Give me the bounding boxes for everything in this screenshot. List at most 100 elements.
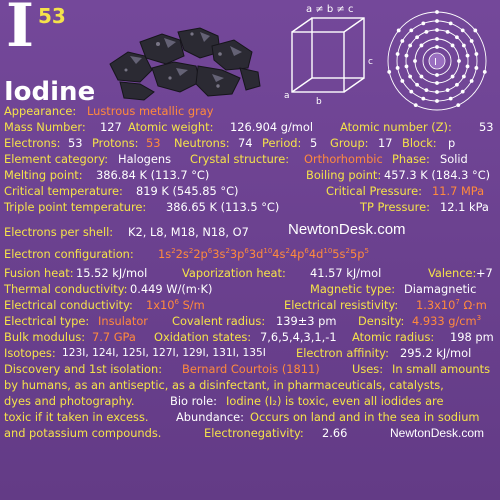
electron-dot xyxy=(396,28,401,33)
elec-res-label: Electrical resistivity: xyxy=(284,298,399,312)
thermal-value: 0.449 W/(m·K) xyxy=(130,282,213,296)
elec-cond-value: 1x106 S/m xyxy=(146,298,205,312)
group-label: Group: xyxy=(330,136,369,150)
affinity-label: Electron affinity: xyxy=(296,346,389,360)
row-electrical: Electrical conductivity: 1x106 S/m Elect… xyxy=(0,297,500,313)
neutrons-label: Neutrons: xyxy=(174,136,230,150)
row-mass: Mass Number: 127 Atomic weight: 126.904 … xyxy=(0,119,500,135)
bio-value-2: toxic if it taken in excess. xyxy=(4,410,149,424)
bio-label: Bio role: xyxy=(170,394,217,408)
phase-label: Phase: xyxy=(392,152,430,166)
density-label: Density: xyxy=(358,314,405,328)
row-bulk: Bulk modulus: 7.7 GPa Oxidation states: … xyxy=(0,329,500,345)
electron-dot xyxy=(421,21,426,26)
crit-temp-value: 819 K (545.85 °C) xyxy=(136,184,239,198)
crystal-label: Crystal structure: xyxy=(190,152,290,166)
vapor-label: Vaporization heat: xyxy=(182,266,286,280)
crystal-structure-diagram: a ≠ b ≠ c a b c xyxy=(284,4,373,106)
atomic-radius-value: 198 pm xyxy=(450,330,494,344)
electron-dot xyxy=(415,35,419,40)
config-label: Electron configuration: xyxy=(4,247,134,261)
oxidation-value: 7,6,5,4,3,1,-1 xyxy=(260,330,337,344)
electron-dot xyxy=(400,79,405,83)
electron-dot xyxy=(408,43,413,48)
row-uses-2: by humans, as an antiseptic, as a disinf… xyxy=(0,377,500,393)
mass-number-value: 127 xyxy=(100,120,122,134)
atomic-number-label: Atomic number (Z): xyxy=(340,120,452,134)
row-abundance-2: and potassium compounds. Electronegativi… xyxy=(0,425,500,441)
element-card: I 53 Iodine a ≠ b ≠ c a b c I Appearance… xyxy=(0,0,500,500)
crystal-value: Orthorhombic xyxy=(304,152,383,166)
elec-res-value: 1.3x107 Ω·m xyxy=(416,298,487,312)
abundance-value-2: and potassium compounds. xyxy=(4,426,162,440)
vapor-value: 41.57 kJ/mol xyxy=(310,266,382,280)
protons-value: 53 xyxy=(146,136,161,150)
shell-label: Electrons per shell: xyxy=(4,225,114,239)
config-value: 1s22s22p63s23p63d104s24p64d105s25p5 xyxy=(158,247,369,261)
uses-value-1: In small amounts xyxy=(392,362,491,376)
electron-dot xyxy=(395,52,400,56)
row-thermal: Thermal conductivity: 0.449 W/(m·K) Magn… xyxy=(0,281,500,297)
valence-value: +7 xyxy=(476,266,493,280)
atomic-weight-value: 126.904 g/mol xyxy=(230,120,314,134)
tp-press-label: TP Pressure: xyxy=(360,200,430,214)
electroneg-label: Electronegativity: xyxy=(204,426,304,440)
bio-value-1: Iodine (I₂) is toxic, even all iodides a… xyxy=(226,394,444,408)
electron-dot xyxy=(424,29,429,34)
row-category: Element category: Halogens Crystal struc… xyxy=(0,151,500,167)
electrons-value: 53 xyxy=(68,136,83,150)
category-label: Element category: xyxy=(4,152,109,166)
triple-label: Triple point temperature: xyxy=(4,200,147,214)
isotopes-value: 123I, 124I, 125I, 127I, 129I, 131I, 135I xyxy=(62,347,266,359)
shell-value: K2, L8, M18, N18, O7 xyxy=(128,225,249,239)
shell-center-label: I xyxy=(434,57,437,68)
electron-dot xyxy=(448,96,453,101)
period-value: 5 xyxy=(310,136,318,150)
electron-dot xyxy=(469,79,474,83)
electron-dot xyxy=(455,35,459,40)
melting-value: 386.84 K (113.7 °C) xyxy=(96,168,210,182)
elec-type-label: Electrical type: xyxy=(4,314,90,328)
electron-dot xyxy=(404,64,409,69)
electron-dot xyxy=(445,88,450,93)
bulk-label: Bulk modulus: xyxy=(4,330,86,344)
electron-dot xyxy=(474,66,479,70)
electron-dot xyxy=(450,43,455,48)
electron-dot xyxy=(435,19,439,23)
appearance-label: Appearance: xyxy=(4,104,77,118)
electron-shell-diagram: I xyxy=(387,10,487,111)
electron-dot xyxy=(435,73,439,77)
element-symbol: I xyxy=(6,0,35,61)
protons-label: Protons: xyxy=(92,136,139,150)
electron-dot xyxy=(474,52,479,56)
crit-press-value: 11.7 MPa xyxy=(432,184,485,198)
category-value: Halogens xyxy=(118,152,172,166)
cov-radius-label: Covalent radius: xyxy=(172,314,266,328)
appearance-value: Lustrous metallic gray xyxy=(87,104,214,118)
row-bio: dyes and photography. Bio role: Iodine (… xyxy=(0,393,500,409)
affinity-value: 295.2 kJ/mol xyxy=(400,346,472,360)
melting-label: Melting point: xyxy=(4,168,83,182)
mass-number-label: Mass Number: xyxy=(4,120,86,134)
row-melting: Melting point: 386.84 K (113.7 °C) Boili… xyxy=(0,167,500,183)
electron-dot xyxy=(435,37,439,41)
atomic-radius-label: Atomic radius: xyxy=(352,330,435,344)
electron-dot xyxy=(448,21,453,26)
electron-dot xyxy=(460,89,465,94)
electron-dot xyxy=(450,74,455,79)
discovery-label: Discovery and 1st isolation: xyxy=(4,362,163,376)
site-watermark-small: NewtonDesk.com xyxy=(390,426,485,440)
boiling-value: 457.3 K (184.3 °C) xyxy=(384,168,491,182)
row-triple: Triple point temperature: 386.65 K (113.… xyxy=(0,199,500,215)
electrons-label: Electrons: xyxy=(4,136,61,150)
isotopes-label: Isotopes: xyxy=(4,346,56,360)
electron-dot xyxy=(415,82,419,87)
neutrons-value: 74 xyxy=(238,136,253,150)
site-watermark: NewtonDesk.com xyxy=(288,221,406,238)
abundance-value-1: Occurs on land and in the sea in sodium xyxy=(250,410,480,424)
electron-dot xyxy=(461,43,466,48)
electron-dot xyxy=(409,89,414,94)
electron-dot xyxy=(404,53,409,58)
electron-dot xyxy=(473,28,478,33)
electron-dot xyxy=(465,53,470,58)
